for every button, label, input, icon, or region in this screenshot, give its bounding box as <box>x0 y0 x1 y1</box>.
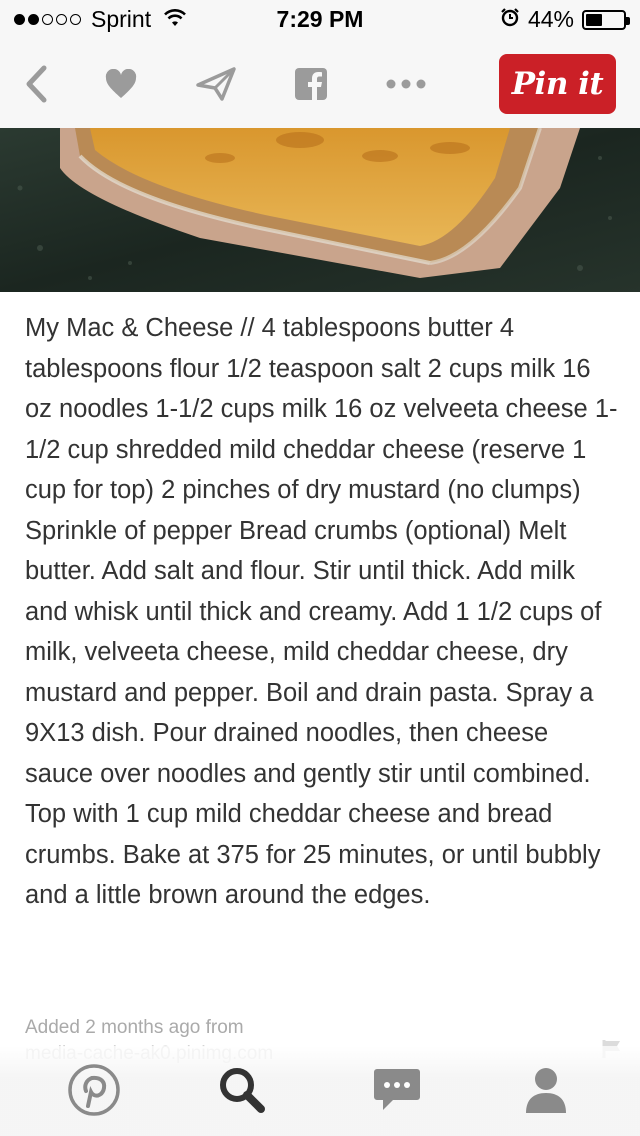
battery-percent: 44% <box>527 6 574 32</box>
battery-fill <box>586 13 602 26</box>
search-icon[interactable] <box>212 1060 272 1120</box>
added-time: Added 2 months ago from <box>25 1017 244 1038</box>
profile-icon[interactable] <box>516 1060 576 1120</box>
messages-icon[interactable] <box>367 1060 427 1120</box>
pin-it-button[interactable]: Pin it <box>499 54 616 114</box>
battery-icon <box>582 9 630 30</box>
pinterest-home-icon[interactable] <box>64 1060 124 1120</box>
facebook-icon[interactable] <box>289 62 333 106</box>
alarm-icon <box>500 6 520 33</box>
pin-description: My Mac & Cheese // 4 tablespoons butter … <box>25 314 618 909</box>
pin-image[interactable] <box>0 128 640 292</box>
bottom-nav <box>0 1046 640 1136</box>
back-icon[interactable] <box>14 62 58 106</box>
send-icon[interactable] <box>194 62 238 106</box>
pin-toolbar: Pin it <box>0 40 640 129</box>
like-icon[interactable] <box>99 62 143 106</box>
more-icon[interactable] <box>384 62 428 106</box>
status-right: 44% <box>500 6 630 33</box>
status-bar: Sprint 7:29 PM 44% <box>0 0 640 40</box>
